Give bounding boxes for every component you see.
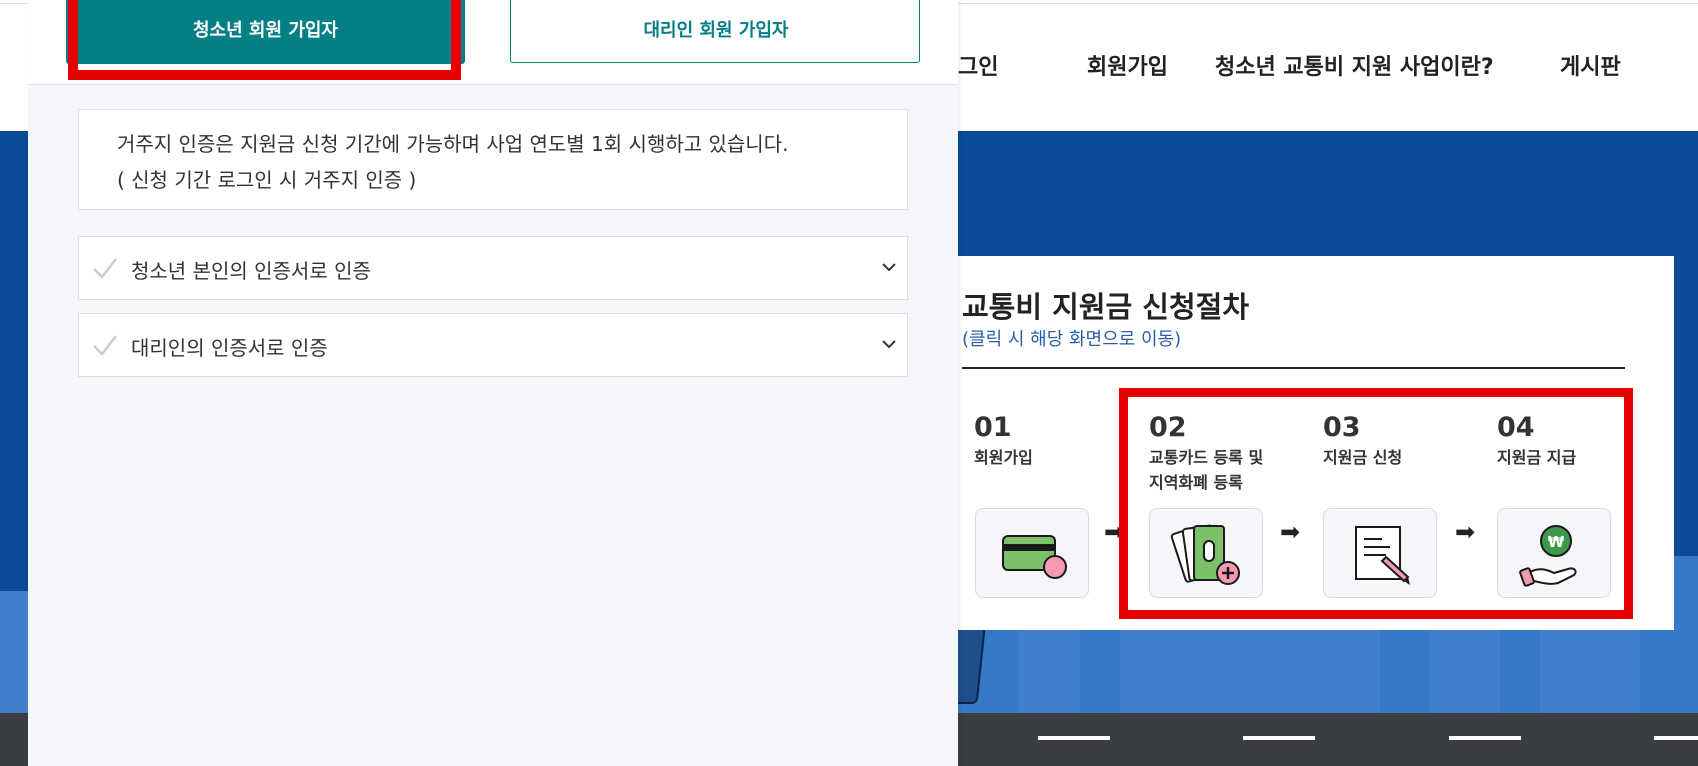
notice-line-2: ( 신청 기간 로그인 시 거주지 인증 ) bbox=[117, 168, 417, 192]
road-dash bbox=[1449, 736, 1521, 740]
steps-divider bbox=[962, 367, 1625, 369]
nav-signup[interactable]: 회원가입 bbox=[1087, 49, 1168, 81]
card-icon bbox=[1002, 535, 1067, 579]
accordion-youth-cert[interactable]: 청소년 본인의 인증서로 인증 bbox=[78, 236, 908, 300]
accordion-label: 대리인의 인증서로 인증 bbox=[131, 336, 328, 360]
road-dash bbox=[1243, 736, 1315, 740]
accordion-proxy-cert[interactable]: 대리인의 인증서로 인증 bbox=[78, 313, 908, 377]
check-icon bbox=[93, 335, 117, 356]
step-label: 회원가입 bbox=[974, 448, 1033, 467]
notice-box: 거주지 인증은 지원금 신청 기간에 가능하며 사업 연도별 1회 시행하고 있… bbox=[78, 109, 908, 210]
notice-line-1: 거주지 인증은 지원금 신청 기간에 가능하며 사업 연도별 1회 시행하고 있… bbox=[117, 132, 789, 156]
road-dash bbox=[1654, 736, 1698, 740]
tab-proxy-label: 대리인 회원 가입자 bbox=[643, 20, 789, 41]
check-icon bbox=[93, 258, 117, 279]
verification-modal: 청소년 회원 가입자 대리인 회원 가입자 거주지 인증은 지원금 신청 기간에… bbox=[28, 0, 958, 766]
highlight-box-tab bbox=[68, 0, 461, 80]
nav-about[interactable]: 청소년 교통비 지원 사업이란? bbox=[1215, 49, 1494, 81]
steps-subtitle: (클릭 시 해당 화면으로 이동) bbox=[962, 329, 1182, 350]
highlight-box-steps bbox=[1119, 388, 1633, 619]
tab-bar: 청소년 회원 가입자 대리인 회원 가입자 bbox=[28, 0, 958, 85]
chevron-down-icon bbox=[882, 263, 896, 272]
step-signup-button[interactable] bbox=[975, 508, 1089, 598]
nav-login[interactable]: 그인 bbox=[958, 49, 998, 81]
chevron-down-icon bbox=[882, 340, 896, 349]
road-dash bbox=[1038, 736, 1110, 740]
tab-proxy-member[interactable]: 대리인 회원 가입자 bbox=[510, 0, 920, 63]
steps-title: 교통비 지원금 신청절차 bbox=[962, 290, 1249, 324]
accordion-label: 청소년 본인의 인증서로 인증 bbox=[131, 259, 371, 283]
step-number: 01 bbox=[974, 412, 1012, 443]
nav-board[interactable]: 게시판 bbox=[1560, 49, 1621, 81]
